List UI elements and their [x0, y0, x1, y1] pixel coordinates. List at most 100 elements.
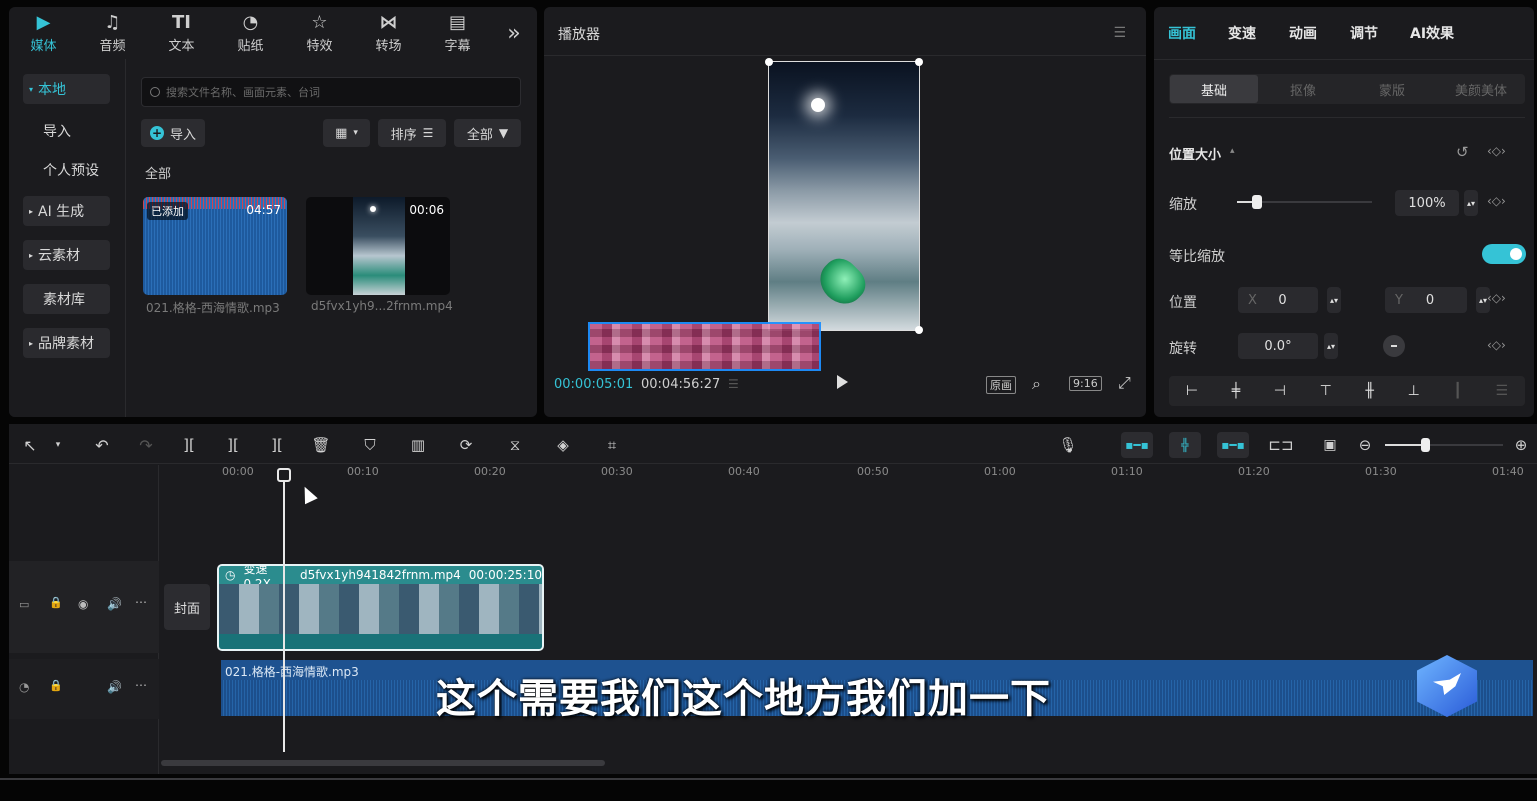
media-item-video[interactable]: 00:06 — [306, 197, 450, 295]
tab-animation[interactable]: 动画 — [1289, 23, 1317, 43]
time-ruler[interactable]: 00:00 00:10 00:20 00:30 00:40 00:50 01:0… — [220, 462, 1530, 482]
original-quality-button[interactable]: 原画 — [986, 376, 1016, 394]
cover-button[interactable]: 封面 — [164, 584, 210, 630]
zoom-in-icon[interactable]: ⊕ — [1508, 432, 1534, 458]
split-icon[interactable]: ][ — [176, 432, 202, 458]
tab-audio[interactable]: ♫ 音频 — [78, 7, 147, 59]
slider-knob[interactable] — [1421, 438, 1430, 452]
more-icon[interactable]: ⋯ — [135, 595, 147, 609]
play-icon[interactable] — [837, 375, 848, 389]
more-icon[interactable]: ⋯ — [135, 678, 147, 692]
tab-media[interactable]: ▶ 媒体 — [9, 7, 78, 59]
zoom-out-icon[interactable]: ⊖ — [1352, 432, 1378, 458]
preview-axis-icon[interactable]: ⊏⊐ — [1268, 432, 1294, 458]
search-input[interactable]: 搜索文件名称、画面元素、台词 — [141, 77, 521, 107]
position-x-field[interactable]: X0 — [1238, 287, 1318, 313]
sort-button[interactable]: 排序 ☰ — [378, 119, 446, 147]
keyframe-icon[interactable]: ‹◇› — [1487, 338, 1506, 352]
tab-subtitle[interactable]: ▤ 字幕 — [423, 7, 492, 59]
fullscreen-icon[interactable]: ⤢ — [1118, 373, 1131, 393]
sidebar-item-ai[interactable]: ▸ AI 生成 — [23, 196, 110, 226]
split-left-icon[interactable]: ][ — [220, 432, 246, 458]
filter-button[interactable]: 全部 ▼ — [454, 119, 521, 147]
playhead[interactable] — [277, 468, 291, 752]
tab-effects[interactable]: ☆ 特效 — [285, 7, 354, 59]
horizontal-scrollbar[interactable] — [161, 760, 605, 766]
preview-canvas[interactable] — [765, 58, 923, 334]
x-stepper[interactable]: ▴▾ — [1327, 287, 1341, 313]
freeze-icon[interactable]: ▥ — [405, 432, 431, 458]
sidebar-item-preset[interactable]: 个人预设 — [23, 155, 110, 185]
align-bottom-icon[interactable]: ⊥ — [1408, 383, 1420, 399]
lock-icon[interactable]: 🔒 — [49, 596, 63, 609]
tab-transition[interactable]: ⋈ 转场 — [354, 7, 423, 59]
reset-icon[interactable]: ↺ — [1456, 143, 1469, 161]
keyframe-icon[interactable]: ‹◇› — [1487, 291, 1506, 305]
import-button[interactable]: + 导入 — [141, 119, 205, 147]
align-left-icon[interactable]: ⊢ — [1186, 383, 1198, 399]
lock-icon[interactable]: 🔒 — [49, 679, 63, 692]
chevron-down-icon[interactable]: ▾ — [45, 432, 71, 458]
zoom-fit-icon[interactable]: ⌕ — [1032, 374, 1041, 394]
align-center-v-icon[interactable]: ╫ — [1366, 383, 1374, 399]
sidebar-item-brand[interactable]: ▸ 品牌素材 — [23, 328, 110, 358]
rotate-dial[interactable] — [1383, 335, 1405, 357]
link-icon[interactable]: ▪━▪ — [1217, 432, 1249, 458]
align-top-icon[interactable]: ⊤ — [1320, 383, 1332, 399]
subtab-basic[interactable]: 基础 — [1170, 75, 1258, 103]
caret-up-icon[interactable]: ▴ — [1230, 146, 1235, 156]
keyframe-icon[interactable]: ‹◇› — [1487, 194, 1506, 208]
resize-handle[interactable] — [765, 58, 773, 66]
scale-value-field[interactable]: 100% — [1395, 190, 1459, 216]
subtab-beauty[interactable]: 美颜美体 — [1437, 75, 1525, 103]
thumbnail-icon[interactable]: ▣ — [1317, 432, 1343, 458]
subtab-mask[interactable]: 蒙版 — [1348, 75, 1436, 103]
view-mode-button[interactable]: ▦ ▾ — [323, 119, 370, 147]
mirror-icon[interactable]: ⧖ — [502, 432, 528, 458]
slider-knob[interactable] — [1252, 195, 1263, 209]
resize-handle[interactable] — [915, 58, 923, 66]
waveform-icon[interactable]: ☰ — [728, 377, 739, 391]
tab-ai-effects[interactable]: AI效果 — [1410, 23, 1454, 43]
split-right-icon[interactable]: ][ — [264, 432, 290, 458]
subtab-cutout[interactable]: 抠像 — [1259, 75, 1347, 103]
more-tabs-button[interactable]: » — [492, 7, 536, 59]
sidebar-item-library[interactable]: 素材库 — [23, 284, 110, 314]
tab-speed[interactable]: 变速 — [1228, 23, 1256, 43]
resize-handle[interactable] — [915, 326, 923, 334]
distribute-v-icon[interactable]: ☰ — [1496, 383, 1509, 399]
tab-adjust[interactable]: 调节 — [1350, 23, 1378, 43]
zoom-slider[interactable] — [1385, 438, 1503, 452]
align-right-icon[interactable]: ⊣ — [1274, 383, 1286, 399]
menu-icon[interactable]: ☰ — [1113, 25, 1126, 41]
align-center-h-icon[interactable]: ╪ — [1232, 383, 1240, 399]
tab-text[interactable]: TI 文本 — [147, 7, 216, 59]
sidebar-item-cloud[interactable]: ▸ 云素材 — [23, 240, 110, 270]
eye-icon[interactable]: ◉ — [78, 597, 88, 611]
keyframe-icon[interactable]: ‹◇› — [1487, 144, 1506, 158]
aspect-ratio-button[interactable]: 9:16 — [1069, 376, 1102, 391]
distribute-h-icon[interactable]: ┃ — [1453, 383, 1461, 399]
delete-icon[interactable]: 🗑 — [308, 432, 334, 458]
scale-slider[interactable] — [1237, 195, 1372, 209]
position-y-field[interactable]: Y0 — [1385, 287, 1467, 313]
select-tool-icon[interactable]: ↖ — [17, 432, 43, 458]
sidebar-item-import[interactable]: 导入 — [23, 116, 110, 146]
volume-icon[interactable]: 🔊 — [107, 680, 122, 694]
microphone-icon[interactable]: 🎙 — [1055, 432, 1081, 458]
video-clip[interactable]: ◷ 变速 0.2X d5fvx1yh941842frnm.mp4 00:00:2… — [217, 564, 544, 651]
rotate-value-field[interactable]: 0.0° — [1238, 333, 1318, 359]
volume-icon[interactable]: 🔊 — [107, 597, 122, 611]
tab-picture[interactable]: 画面 — [1168, 23, 1196, 43]
scale-stepper[interactable]: ▴▾ — [1464, 190, 1478, 216]
redo-icon[interactable]: ↷ — [133, 432, 159, 458]
mosaic-overlay[interactable] — [588, 322, 821, 371]
crop-icon[interactable]: ⌗ — [599, 432, 625, 458]
media-item-audio[interactable]: 已添加 04:57 — [143, 197, 287, 295]
snap-icon[interactable]: ╬ — [1169, 432, 1201, 458]
sidebar-item-local[interactable]: ▾ 本地 — [23, 74, 110, 104]
tab-sticker[interactable]: ◔ 贴纸 — [216, 7, 285, 59]
rotate-icon[interactable]: ◈ — [550, 432, 576, 458]
main-track-magnet-icon[interactable]: ▪━▪ — [1121, 432, 1153, 458]
rotate-stepper[interactable]: ▴▾ — [1324, 333, 1338, 359]
